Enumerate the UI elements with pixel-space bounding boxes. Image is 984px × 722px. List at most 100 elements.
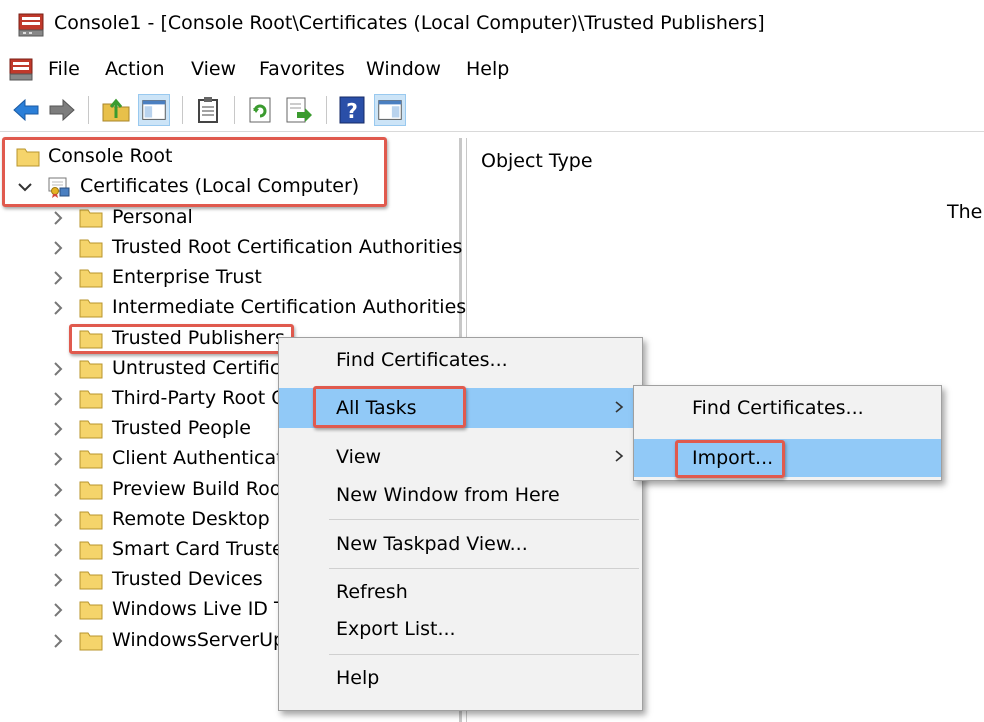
certificate-store-icon bbox=[48, 177, 70, 198]
menu-help[interactable]: Help bbox=[466, 58, 509, 80]
window-title: Console1 - [Console Root\Certificates (L… bbox=[54, 12, 765, 34]
folder-icon bbox=[79, 511, 103, 530]
tree-item-label: Third-Party Root C bbox=[112, 387, 285, 409]
folder-icon bbox=[79, 239, 103, 258]
chevron-right-icon[interactable] bbox=[50, 269, 66, 287]
menu-favorites[interactable]: Favorites bbox=[259, 58, 345, 80]
folder-icon bbox=[79, 209, 103, 228]
chevron-down-icon[interactable] bbox=[17, 178, 33, 196]
tree-item-label: Enterprise Trust bbox=[112, 266, 262, 288]
menu-item-label: Help bbox=[336, 667, 380, 689]
chevron-right-icon[interactable] bbox=[50, 299, 66, 317]
menu-item-label: New Taskpad View... bbox=[336, 533, 528, 555]
tree-item-store[interactable]: Intermediate Certification Authorities bbox=[0, 293, 466, 323]
tree-item-label: Windows Live ID Te bbox=[112, 598, 295, 620]
chevron-right-icon[interactable] bbox=[50, 239, 66, 257]
tree-item-store[interactable]: Personal bbox=[0, 203, 460, 233]
tree-item-label: Remote Desktop bbox=[112, 508, 270, 530]
toolbar-separator bbox=[88, 96, 89, 124]
svg-text:?: ? bbox=[346, 99, 358, 123]
submenu-arrow-icon bbox=[615, 401, 624, 413]
chevron-right-icon[interactable] bbox=[50, 571, 66, 589]
submenu-find-certificates[interactable]: Find Certificates... bbox=[634, 389, 941, 427]
chevron-right-icon[interactable] bbox=[50, 360, 66, 378]
export-list-icon[interactable] bbox=[282, 94, 314, 126]
folder-icon bbox=[16, 148, 40, 167]
show-hide-action-pane-icon[interactable] bbox=[374, 94, 406, 126]
tree-item-label: Trusted Root Certification Authorities bbox=[112, 236, 463, 258]
menu-item-label: View bbox=[336, 446, 382, 468]
menu-window[interactable]: Window bbox=[366, 58, 441, 80]
show-hide-console-tree-icon[interactable] bbox=[138, 94, 170, 126]
menu-item-label: Export List... bbox=[336, 618, 456, 640]
menu-action[interactable]: Action bbox=[105, 58, 165, 80]
menu-file[interactable]: File bbox=[48, 58, 80, 80]
chevron-right-icon[interactable] bbox=[50, 420, 66, 438]
folder-icon bbox=[79, 299, 103, 318]
back-arrow-icon[interactable] bbox=[10, 94, 42, 126]
tree-item-store[interactable]: Enterprise Trust bbox=[0, 263, 460, 293]
context-menu-new-window-from-here[interactable]: New Window from Here bbox=[279, 475, 642, 515]
folder-icon bbox=[79, 541, 103, 560]
folder-icon bbox=[79, 632, 103, 651]
menu-item-label: New Window from Here bbox=[336, 484, 560, 506]
help-icon[interactable]: ? bbox=[336, 94, 368, 126]
tree-item-label: Untrusted Certifica bbox=[112, 357, 292, 379]
menu-item-label: Refresh bbox=[336, 581, 408, 603]
title-bar: Console1 - [Console Root\Certificates (L… bbox=[0, 0, 984, 50]
menu-view[interactable]: View bbox=[191, 58, 236, 80]
tree-item-label: Console Root bbox=[48, 145, 173, 167]
context-menu-refresh[interactable]: Refresh bbox=[279, 572, 642, 612]
chevron-right-icon[interactable] bbox=[50, 390, 66, 408]
tree-item-label: WindowsServerUpc bbox=[112, 629, 296, 651]
chevron-right-icon[interactable] bbox=[50, 511, 66, 529]
menu-item-label: Find Certificates... bbox=[336, 349, 508, 371]
submenu-arrow-icon bbox=[615, 450, 624, 462]
folder-icon bbox=[79, 601, 103, 620]
tree-item-store[interactable]: Trusted Root Certification Authorities bbox=[0, 233, 463, 263]
folder-icon bbox=[79, 450, 103, 469]
folder-icon bbox=[79, 269, 103, 288]
mmc-system-menu-icon[interactable] bbox=[8, 57, 34, 83]
folder-icon bbox=[79, 330, 103, 349]
folder-icon bbox=[79, 390, 103, 409]
up-folder-icon[interactable] bbox=[100, 94, 132, 126]
folder-icon bbox=[79, 481, 103, 500]
context-menu: Find Certificates... All Tasks View New … bbox=[278, 337, 643, 711]
context-menu-all-tasks[interactable]: All Tasks bbox=[279, 388, 642, 428]
context-menu-new-taskpad-view[interactable]: New Taskpad View... bbox=[279, 524, 642, 564]
refresh-icon[interactable] bbox=[244, 94, 276, 126]
tree-item-label: Client Authenticati bbox=[112, 447, 289, 469]
chevron-right-icon[interactable] bbox=[50, 450, 66, 468]
forward-arrow-icon[interactable] bbox=[46, 94, 78, 126]
column-header-object-type[interactable]: Object Type bbox=[481, 150, 593, 172]
context-menu-export-list[interactable]: Export List... bbox=[279, 609, 642, 649]
chevron-right-icon[interactable] bbox=[50, 632, 66, 650]
chevron-right-icon[interactable] bbox=[50, 481, 66, 499]
tree-item-certificates-local-computer[interactable]: Certificates (Local Computer) bbox=[0, 172, 460, 202]
tree-item-label: Trusted Devices bbox=[112, 568, 263, 590]
tree-item-label: Preview Build Root bbox=[112, 478, 289, 500]
tree-item-label: Trusted Publishers bbox=[112, 327, 285, 349]
context-menu-view[interactable]: View bbox=[279, 437, 642, 477]
menu-separator bbox=[329, 519, 639, 520]
tree-item-label: Certificates (Local Computer) bbox=[80, 175, 360, 197]
chevron-right-icon[interactable] bbox=[50, 601, 66, 619]
chevron-right-icon[interactable] bbox=[50, 541, 66, 559]
submenu-import[interactable]: Import... bbox=[634, 439, 941, 477]
menu-item-label: All Tasks bbox=[336, 397, 417, 419]
tree-item-console-root[interactable]: Console Root bbox=[0, 142, 460, 172]
tree-item-label: Trusted People bbox=[112, 417, 251, 439]
folder-icon bbox=[79, 420, 103, 439]
context-menu-find-certificates[interactable]: Find Certificates... bbox=[279, 340, 642, 380]
tree-item-label: Smart Card Trustec bbox=[112, 538, 295, 560]
folder-icon bbox=[79, 360, 103, 379]
all-tasks-submenu: Find Certificates... Import... bbox=[633, 385, 942, 481]
clipboard-icon[interactable] bbox=[192, 94, 224, 126]
toolbar-separator bbox=[326, 96, 327, 124]
menu-bar: File Action View Favorites Window Help bbox=[0, 50, 984, 88]
toolbar-separator bbox=[182, 96, 183, 124]
empty-list-message: Ther bbox=[947, 201, 984, 223]
context-menu-help[interactable]: Help bbox=[279, 658, 642, 698]
chevron-right-icon[interactable] bbox=[50, 209, 66, 227]
